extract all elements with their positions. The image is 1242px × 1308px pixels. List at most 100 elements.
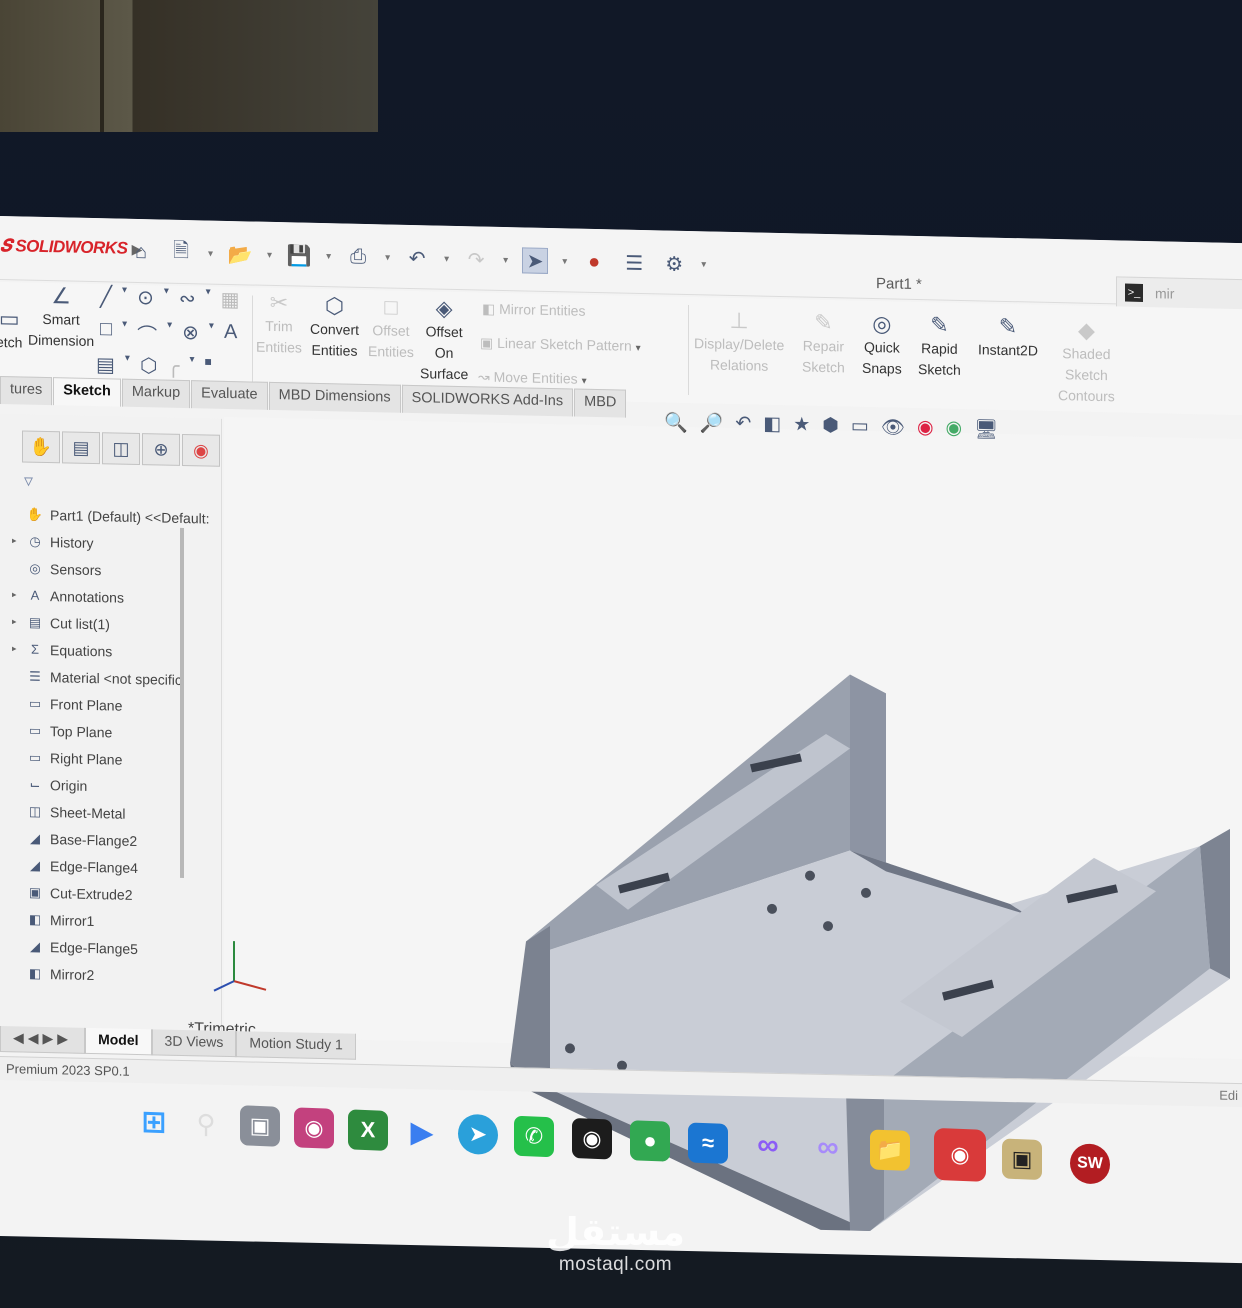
spline-icon[interactable]: ∾ [179,286,196,311]
dropdown-arrow-icon[interactable]: ▾ [209,321,214,350]
tab-solidworks-add-ins[interactable]: SOLIDWORKS Add-Ins [401,384,574,417]
display-delete-relations-button[interactable]: ⊥ Display/Delete Relations [694,307,784,377]
redo-icon[interactable]: ↷ [463,246,489,273]
dropdown-arrow-icon[interactable]: ▾ [208,248,213,259]
offset-entities-button[interactable]: □ Offset Entities [368,294,414,363]
rectangle-icon[interactable]: □ [100,318,112,347]
text-icon[interactable]: A [224,321,237,350]
expand-arrow-icon[interactable]: ▸ [12,616,20,627]
tab-mbd[interactable]: MBD [574,388,627,418]
circle-icon[interactable]: ⊙ [137,285,154,310]
home-icon[interactable]: ⌂ [128,239,154,266]
telegram-icon[interactable]: ➤ [458,1113,498,1156]
edge-icon[interactable]: ◉ [934,1127,986,1182]
xbox-icon[interactable]: X [348,1109,388,1151]
construction-icon[interactable]: ▦ [221,287,240,312]
dropdown-arrow-icon[interactable]: ▾ [582,376,587,387]
fillet-icon[interactable]: ╭ [167,354,179,379]
tab-scroll-arrows[interactable]: ◀◀▶▶ [0,1026,86,1054]
dropdown-arrow-icon[interactable]: ▾ [122,319,127,348]
dropdown-arrow-icon[interactable]: ▾ [164,286,169,311]
tree-item[interactable]: ◧ Mirror1 [12,905,210,936]
dropdown-arrow-icon[interactable]: ▾ [503,254,508,265]
instant2d-button[interactable]: ✎ Instant2D [978,313,1038,361]
tree-item[interactable]: ◢ Edge-Flange5 [12,932,210,963]
tree-scrollbar[interactable] [180,527,184,879]
display-manager-tab-icon[interactable]: ◉ [182,433,220,467]
zoom-to-area-icon[interactable]: 🔎 [700,411,724,436]
tab-sketch[interactable]: Sketch [53,377,121,407]
quick-snaps-button[interactable]: ◎ Quick Snaps [862,311,902,380]
tab-model[interactable]: Model [85,1027,152,1056]
undo-icon[interactable]: ↶ [404,245,430,272]
convert-entities-button[interactable]: ⬡ Convert Entities [310,293,359,362]
tab-mbd-dimensions[interactable]: MBD Dimensions [268,381,401,413]
dynamic-annotation-icon[interactable]: ★ [793,413,810,437]
start-icon[interactable]: ⊞ [134,1101,174,1143]
dropdown-arrow-icon[interactable]: ▾ [444,253,449,264]
smart-dimension-button[interactable]: ∠ Smart Dimension [28,283,94,352]
configuration-manager-tab-icon[interactable]: ◫ [102,432,140,466]
open-folder-icon[interactable]: 📂 [227,241,253,268]
line-icon[interactable]: ╱ [100,284,112,309]
hide-show-icon[interactable]: 👁 [881,415,905,440]
rebuild-icon[interactable]: ● [581,249,607,276]
dropdown-arrow-icon[interactable]: ▾ [167,320,172,349]
app-icon[interactable]: ◉ [294,1107,334,1149]
dropdown-arrow-icon[interactable]: ▾ [125,353,130,378]
tab-3d-views[interactable]: 3D Views [151,1029,237,1058]
edit-appearance-icon[interactable]: ◉ [917,416,934,440]
shaded-sketch-contours-button[interactable]: ◆ Shaded Sketch Contours [1058,317,1115,407]
dropdown-arrow-icon[interactable]: ▾ [189,354,194,379]
dropdown-arrow-icon[interactable]: ▾ [562,256,567,267]
task-view-icon[interactable]: ▣ [240,1105,280,1147]
repair-sketch-button[interactable]: ✎ Repair Sketch [802,309,845,378]
dropdown-arrow-icon[interactable]: ▾ [206,286,211,311]
wechat-icon[interactable]: ● [630,1120,670,1162]
whatsapp-icon[interactable]: ✆ [514,1115,554,1158]
tab-features[interactable]: tures [0,376,53,406]
tree-item[interactable]: ✋ Part1 (Default) <<Default: [12,500,210,531]
search-icon[interactable]: ⚲ [186,1103,226,1145]
visual-studio-icon[interactable]: ∞ [748,1125,788,1167]
view-orientation-icon[interactable]: ⬢ [822,414,839,438]
tree-item[interactable]: ▣ Cut-Extrude2 [12,878,210,909]
print-icon[interactable]: ⎙ [345,244,371,271]
mirror-entities-button[interactable]: ◧ Mirror Entities [482,299,585,322]
database-icon[interactable]: ≈ [688,1122,728,1164]
app-icon[interactable]: ▣ [1002,1138,1042,1181]
file-explorer-icon[interactable]: 📁 [870,1129,910,1171]
sketch-button[interactable]: ▭ etch [0,306,22,354]
dimxpert-tab-icon[interactable]: ⊕ [142,433,180,466]
offset-on-surface-button[interactable]: ◈ Offset On Surface [420,295,468,385]
dropdown-arrow-icon[interactable]: ▾ [636,343,641,354]
display-style-icon[interactable]: ▭ [851,415,869,439]
dropdown-arrow-icon[interactable]: ▾ [326,251,331,262]
dropdown-arrow-icon[interactable]: ▾ [267,249,272,260]
new-document-icon[interactable]: 🗎 [168,240,194,267]
previous-view-icon[interactable]: ↶ [735,412,751,436]
tab-motion-study[interactable]: Motion Study 1 [236,1031,356,1060]
save-icon[interactable]: 💾 [286,242,312,269]
qq-icon[interactable]: ◉ [572,1117,612,1160]
feature-manager-tab-icon[interactable]: ✋ [22,430,60,464]
rapid-sketch-button[interactable]: ✎ Rapid Sketch [918,312,961,381]
dropdown-arrow-icon[interactable]: ▾ [385,252,390,263]
solidworks-icon[interactable]: SW [1070,1143,1110,1185]
linear-sketch-pattern-button[interactable]: ▣ Linear Sketch Pattern ▾ [480,332,641,359]
polygon-icon[interactable]: ⊗ [182,320,199,349]
expand-arrow-icon[interactable]: ▸ [12,589,20,600]
expand-arrow-icon[interactable]: ▸ [12,535,20,546]
graphics-area[interactable] [224,416,1242,1239]
visual-studio-icon[interactable]: ∞ [808,1127,848,1169]
solidworks-logo[interactable]: 𝑺 SOLIDWORKS ▶ [0,236,142,259]
options-gear-icon[interactable]: ⚙ [661,250,687,277]
search-input[interactable]: mir [1155,285,1174,301]
section-view-icon[interactable]: ◧ [763,413,781,437]
slot-icon[interactable]: ▤ [96,352,115,377]
dropdown-arrow-icon[interactable]: ▾ [122,285,127,310]
filter-icon[interactable]: ▿ [24,471,33,492]
zoom-to-fit-icon[interactable]: 🔍 [664,410,688,435]
trim-entities-button[interactable]: ✂ Trim Entities [256,290,302,359]
apply-scene-icon[interactable]: ◉ [946,417,963,441]
